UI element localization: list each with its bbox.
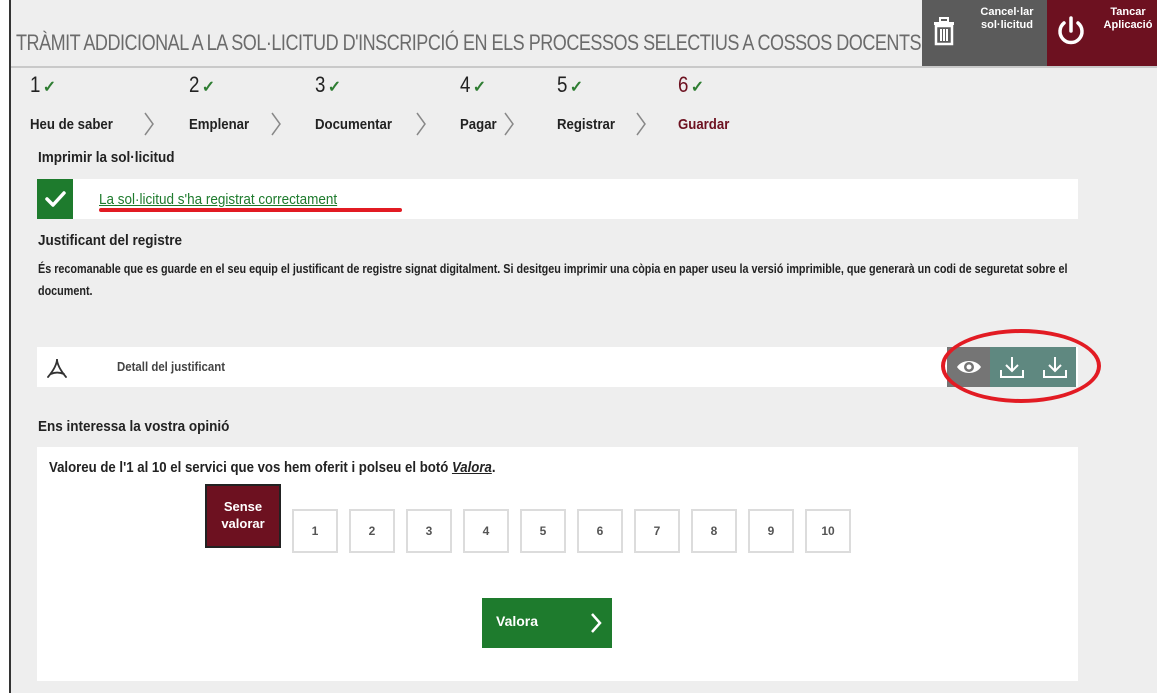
pdf-icon: [47, 358, 67, 378]
rating-option-1[interactable]: 1: [292, 509, 338, 553]
step-registrar[interactable]: 5 ✓ Registrar: [557, 72, 615, 133]
chevron-right-icon: [416, 112, 426, 136]
receipt-description: És recomanable que es guarde en el seu e…: [38, 261, 1068, 298]
highlight-ellipse: [941, 329, 1101, 403]
receipt-heading: Justificant del registre: [38, 232, 183, 249]
check-icon: ✓: [327, 79, 342, 96]
step-heu-de-saber[interactable]: 1 ✓ Heu de saber: [30, 72, 113, 133]
step-label: Pagar: [460, 116, 497, 133]
rating-option-5[interactable]: 5: [520, 509, 566, 553]
rating-option-2[interactable]: 2: [349, 509, 395, 553]
step-number: 5: [557, 72, 568, 97]
app-header: TRÀMIT ADDICIONAL A LA SOL·LICITUD D'INS…: [11, 0, 1157, 68]
check-icon: ✓: [201, 79, 216, 96]
power-icon: [1058, 16, 1084, 45]
check-icon: ✓: [690, 79, 705, 96]
submit-rating-button[interactable]: Valora: [482, 598, 612, 648]
step-label: Guardar: [678, 116, 730, 133]
rating-option-6[interactable]: 6: [577, 509, 623, 553]
print-heading: Imprimir la sol·licitud: [38, 149, 175, 166]
rating-option-3[interactable]: 3: [406, 509, 452, 553]
chevron-right-icon: [504, 112, 514, 136]
check-icon: ✓: [42, 79, 57, 96]
check-icon: [37, 179, 73, 219]
rating-option-9[interactable]: 9: [748, 509, 794, 553]
step-label: Registrar: [557, 116, 615, 133]
receipt-detail-label: Detall del justificant: [117, 359, 226, 374]
rating-panel: Valoreu de l'1 al 10 el servici que vos …: [37, 447, 1078, 681]
step-number: 6: [678, 72, 689, 97]
rating-option-7[interactable]: 7: [634, 509, 680, 553]
receipt-detail-row: Detall del justificant: [37, 347, 1078, 387]
step-emplenar[interactable]: 2 ✓ Emplenar: [189, 72, 249, 133]
step-label: Emplenar: [189, 116, 250, 133]
rating-instructions-end: .: [491, 459, 496, 476]
step-number: 3: [315, 72, 326, 97]
chevron-right-icon: [636, 112, 646, 136]
cancel-application-label: Cancel·lar sol·licitud: [980, 6, 1034, 31]
step-pagar[interactable]: 4 ✓ Pagar: [460, 72, 497, 133]
step-number: 2: [189, 72, 200, 97]
step-guardar[interactable]: 6 ✓ Guardar: [678, 72, 729, 133]
success-message: La sol·licitud s'ha registrat correctame…: [99, 191, 338, 208]
app-frame: TRÀMIT ADDICIONAL A LA SOL·LICITUD D'INS…: [9, 0, 1157, 693]
step-number: 1: [30, 72, 41, 97]
rating-option-4[interactable]: 4: [463, 509, 509, 553]
check-icon: ✓: [569, 79, 584, 96]
chevron-right-icon: [271, 112, 281, 136]
app-title: TRÀMIT ADDICIONAL A LA SOL·LICITUD D'INS…: [16, 30, 922, 55]
cancel-application-button[interactable]: Cancel·lar sol·licitud: [922, 0, 1047, 66]
step-label: Documentar: [315, 116, 393, 133]
rating-instructions-text: Valoreu de l'1 al 10 el servici que vos …: [49, 459, 452, 476]
step-number: 4: [460, 72, 471, 97]
chevron-right-icon: [144, 112, 154, 136]
step-documentar[interactable]: 3 ✓ Documentar: [315, 72, 392, 133]
trash-icon: [934, 17, 954, 46]
rating-option-10[interactable]: 10: [805, 509, 851, 553]
submit-rating-label: Valora: [496, 613, 539, 629]
step-label: Heu de saber: [30, 116, 113, 133]
rating-instructions-link: Valora: [451, 459, 492, 476]
chevron-right-icon: [591, 613, 602, 633]
no-rating-button[interactable]: Sense valorar: [205, 484, 281, 548]
rating-option-8[interactable]: 8: [691, 509, 737, 553]
highlight-underline: [99, 208, 402, 212]
opinion-heading: Ens interessa la vostra opinió: [38, 418, 230, 435]
close-application-button[interactable]: Tancar Aplicació: [1047, 0, 1157, 66]
close-application-label: Tancar Aplicació: [1103, 6, 1153, 31]
check-icon: ✓: [472, 79, 487, 96]
rating-instructions: Valoreu de l'1 al 10 el servici que vos …: [49, 459, 495, 476]
success-message-box: La sol·licitud s'ha registrat correctame…: [37, 179, 1078, 219]
